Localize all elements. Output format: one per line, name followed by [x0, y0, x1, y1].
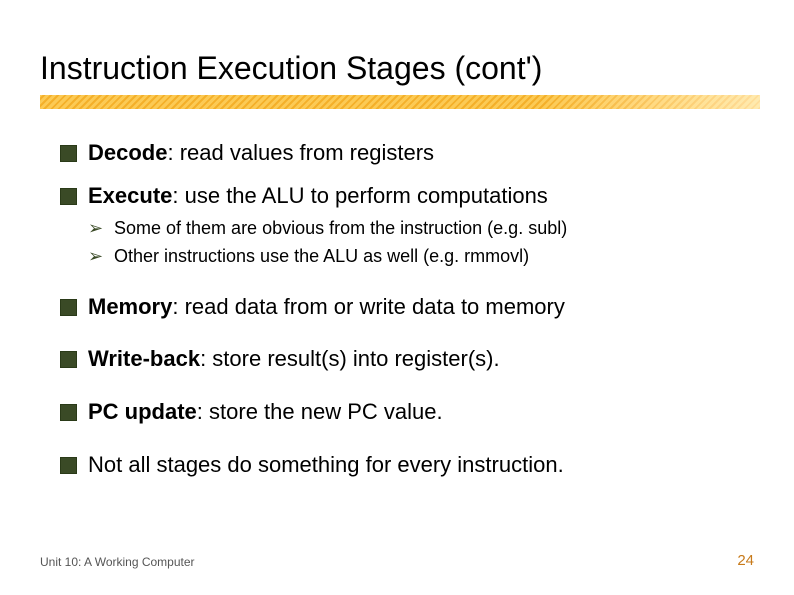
bullet-term: Decode [88, 140, 167, 165]
bullet-text: : store result(s) into register(s). [200, 346, 500, 371]
footer-page-number: 24 [737, 552, 754, 569]
slide-content: Decode: read values from registers Execu… [40, 139, 754, 479]
bullet-term: Memory [88, 294, 172, 319]
bullet-memory: Memory: read data from or write data to … [60, 293, 754, 322]
bullet-pc-update: PC update: store the new PC value. [60, 398, 754, 427]
bullet-text: : read data from or write data to memory [172, 294, 565, 319]
bullet-text: : store the new PC value. [197, 399, 443, 424]
title-underline-graphic [40, 95, 760, 109]
bullet-list: Decode: read values from registers Execu… [60, 139, 754, 479]
bullet-write-back: Write-back: store result(s) into registe… [60, 345, 754, 374]
sub-bullet-list: Some of them are obvious from the instru… [88, 216, 754, 269]
bullet-term: Write-back [88, 346, 200, 371]
slide-title: Instruction Execution Stages (cont') [40, 50, 754, 87]
sub-bullet: Some of them are obvious from the instru… [88, 216, 754, 240]
bullet-text: Not all stages do something for every in… [88, 452, 564, 477]
sub-bullet: Other instructions use the ALU as well (… [88, 244, 754, 268]
bullet-text: : use the ALU to perform computations [172, 183, 547, 208]
bullet-execute: Execute: use the ALU to perform computat… [60, 182, 754, 269]
bullet-text: : read values from registers [167, 140, 434, 165]
footer-unit-label: Unit 10: A Working Computer [40, 555, 195, 569]
bullet-term: Execute [88, 183, 172, 208]
bullet-note: Not all stages do something for every in… [60, 451, 754, 480]
bullet-term: PC update [88, 399, 197, 424]
bullet-decode: Decode: read values from registers [60, 139, 754, 168]
